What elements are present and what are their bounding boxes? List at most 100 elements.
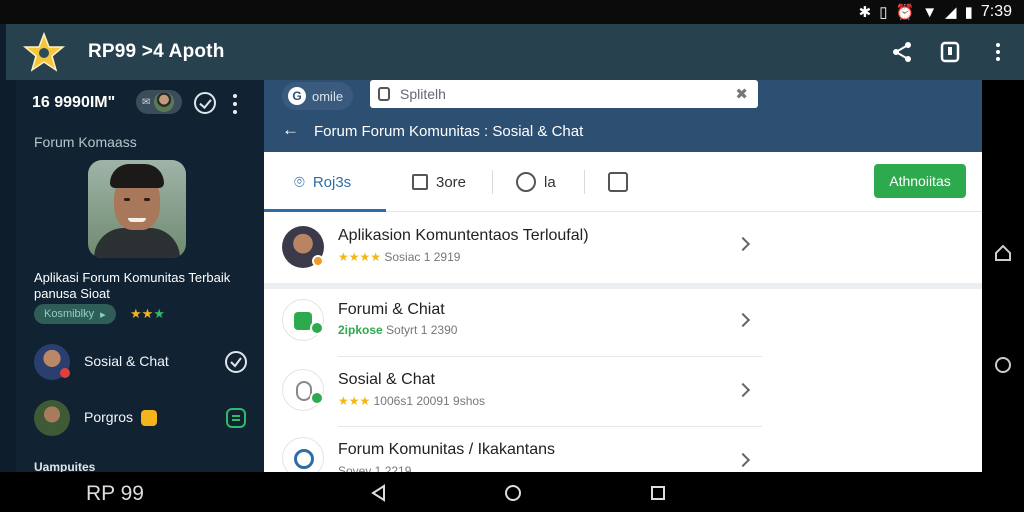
status-bar: ✱ ▯ ⏰ ▼ ◢ ▮ 7:39 [0,0,1024,24]
profile-photo [88,160,186,258]
more-vert-icon[interactable] [986,40,1010,64]
sidebar-item-label: Sosial & Chat [84,353,169,369]
rating-stars: ★★★★ [338,250,382,264]
list-item[interactable]: Sosial & Chat ★★★ 1006s1 20091 9shos [264,357,982,427]
wifi-icon: ▼ [922,3,938,21]
check-circle-icon[interactable] [224,350,248,374]
tab-underline [264,209,386,212]
source-chip[interactable]: G omile [282,82,354,110]
chevron-right-icon [735,452,751,468]
community-button[interactable]: Athnoiitas [874,164,966,198]
item-subtitle: ★★★★ Sosiac 1 2919 [338,250,460,264]
rating-stars: ★★★ [338,394,371,408]
chevron-right-icon [735,236,751,252]
left-panel: 16 9990IM" ✉ Forum Komaass Aplikasi Foru… [16,80,264,474]
item-meta: Sotyrt 1 2390 [386,323,458,337]
notification-dot [60,368,70,378]
content-header: G omile Splitelh ✖ ← Forum Forum Komunit… [264,80,982,152]
bluetooth-icon: ✱ [858,4,872,21]
badge-dot [310,391,324,405]
badge-dot [310,321,324,335]
chat-icon[interactable] [224,406,248,430]
more-vert-icon[interactable] [232,94,238,114]
user-chip[interactable]: ✉ [136,90,182,114]
back-arrow-icon[interactable]: ← [282,120,299,140]
battery-icon: ▮ [964,4,973,21]
home-nav-icon[interactable] [504,484,522,502]
status-badge: Kosmiblky ▸ [34,304,116,324]
tab-label: Roj3s [312,173,352,191]
member-count: 16 9990IM" [32,94,116,111]
side-nav [982,80,1024,472]
user-card-icon [608,172,628,192]
bottom-brand: RP 99 [86,482,144,505]
coin-icon [140,410,157,427]
item-subtitle: Sovev 1 2219 [338,464,412,472]
share-icon[interactable] [890,40,914,64]
tab-store[interactable]: 3ore [412,152,466,212]
item-title: Aplikasion Komuntentaos Terloufal) [338,227,589,244]
signal-icon: ◢ [945,4,957,21]
back-nav-icon[interactable] [370,484,388,502]
chip-label: omile [312,88,344,104]
clock-icon [516,172,536,192]
chevron-right-icon [735,382,751,398]
search-placeholder: Splitelh [400,86,446,102]
tab-divider [584,170,585,194]
sidebar-item-porgros[interactable]: Porgros [32,398,248,438]
item-tag: 2ipkose [338,323,383,337]
tab-reviews[interactable]: ⌾ Roj3s [294,152,351,212]
vibrate-icon: ▯ [879,4,888,21]
badge-arrow-icon: ▸ [100,308,106,321]
tab-divider [492,170,493,194]
google-icon: G [288,87,306,105]
status-time: 7:39 [980,3,1012,20]
item-title: Forumi & Chiat [338,301,445,318]
tab-clock[interactable]: la [516,152,556,212]
section-title: Forum Komaass [34,134,137,150]
tab-label: 3ore [436,173,467,191]
appbar-actions [890,40,1010,64]
list-item[interactable]: Forum Komunitas / Ikakantans Sovev 1 221… [264,427,982,472]
item-title: Sosial & Chat [338,371,435,388]
page-title: Forum Forum Komunitas : Sosial & Chat [314,123,584,140]
search-icon [378,87,390,101]
pin-location-icon: ⌾ [294,171,305,192]
recents-nav-icon[interactable] [650,485,666,501]
star-logo-icon [22,32,66,72]
profile-description: Aplikasi Forum Komunitas Terbaik panusa … [34,270,231,301]
badge-dot [312,255,324,267]
bookmark-icon[interactable] [938,40,962,64]
chevron-right-icon [735,312,751,328]
tab-bar: ⌾ Roj3s 3ore la Athnoiitas [264,152,982,212]
home-icon[interactable] [994,244,1012,262]
item-subtitle: 2ipkose Sotyrt 1 2390 [338,323,457,337]
item-meta: Sosiac 1 2919 [384,250,461,264]
search-input[interactable]: Splitelh ✖ [370,80,758,108]
app-bar: RP99 >4 Apoth [6,24,1024,80]
circle-nav-icon[interactable] [994,356,1012,374]
tab-profile[interactable] [608,152,636,212]
avatar [154,92,175,112]
bottom-nav: RP 99 [0,472,1024,512]
square-icon [412,174,428,190]
app-title: RP99 >4 Apoth [88,41,225,62]
avatar [34,400,70,436]
sidebar-item-sosial-chat[interactable]: Sosial & Chat [32,342,248,382]
list-item[interactable]: Forumi & Chiat 2ipkose Sotyrt 1 2390 [264,289,982,357]
status-icons: ✱ ▯ ⏰ ▼ ◢ ▮ 7:39 [859,3,1012,21]
app-icon [282,437,324,472]
item-label: Porgros [84,409,134,425]
pin-icon[interactable]: ✖ [735,85,748,103]
item-subtitle: ★★★ 1006s1 20091 9shos [338,394,485,408]
chip-label: ✉ [142,96,151,108]
main-content: G omile Splitelh ✖ ← Forum Forum Komunit… [264,80,982,472]
item-title: Forum Komunitas / Ikakantans [338,441,555,458]
tab-label: la [544,173,556,191]
rating-stars: ★★★ [130,306,165,321]
list-item[interactable]: Aplikasion Komuntentaos Terloufal) ★★★★ … [264,213,982,283]
check-circle-icon[interactable] [194,92,216,114]
sidebar-item-label: Porgros [84,409,157,427]
item-meta: 1006s1 20091 9shos [373,394,486,408]
badge-label: Kosmiblky [44,308,95,320]
